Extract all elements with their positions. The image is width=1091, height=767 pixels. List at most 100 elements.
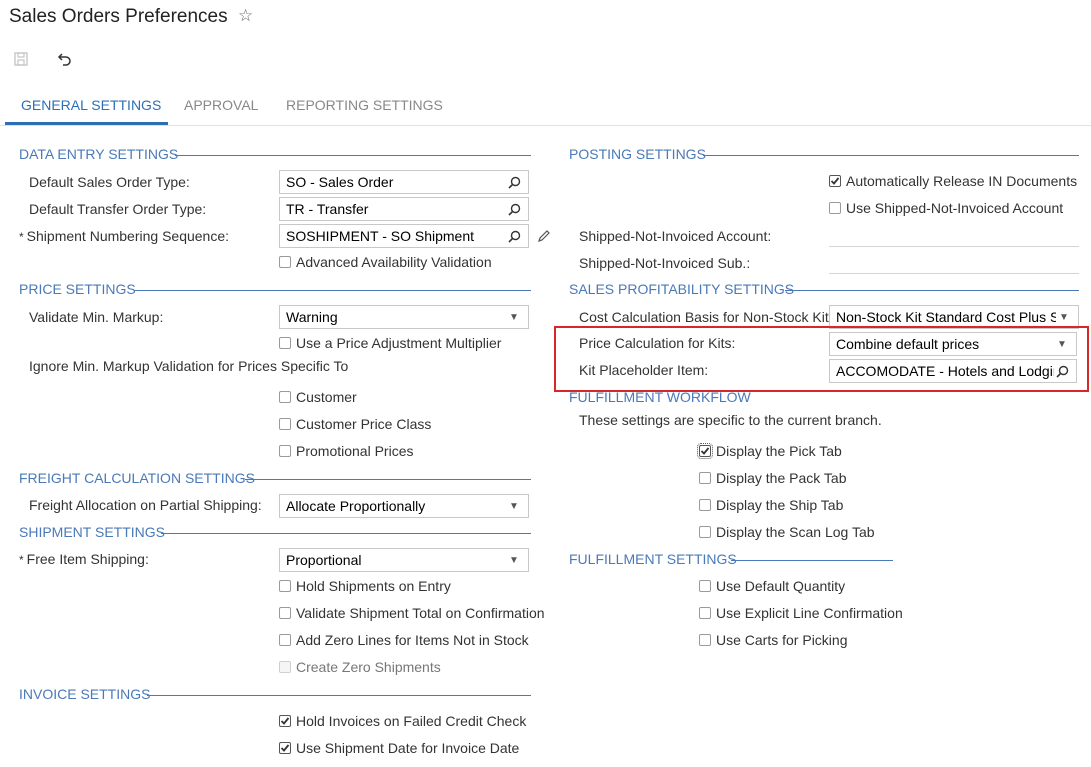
checkbox-box[interactable] [279, 418, 291, 430]
tab-approval[interactable]: APPROVAL [184, 97, 258, 113]
validate-min-markup-label: Validate Min. Markup: [29, 309, 164, 325]
section-profitability-header: SALES PROFITABILITY SETTINGS [569, 281, 795, 297]
caret-down-icon[interactable]: ▼ [506, 555, 522, 566]
price-calc-kits-select[interactable]: Combine default prices ▼ [829, 332, 1077, 356]
freight-allocation-select[interactable]: Allocate Proportionally ▼ [279, 494, 529, 518]
checkbox-box[interactable] [279, 391, 291, 403]
checkbox-box[interactable] [279, 715, 291, 727]
shipment-numbering-value: SOSHIPMENT - SO Shipment [286, 228, 475, 244]
price-adjustment-multiplier-checkbox[interactable]: Use a Price Adjustment Multiplier [279, 333, 501, 353]
display-pick-tab-checkbox[interactable]: Display the Pick Tab [697, 441, 842, 461]
checkbox-box[interactable] [699, 526, 711, 538]
default-sales-order-type-label: Default Sales Order Type: [29, 174, 190, 190]
checkbox-box[interactable] [829, 202, 841, 214]
hold-invoices-label: Hold Invoices on Failed Credit Check [296, 713, 527, 729]
shipment-numbering-label: * Shipment Numbering Sequence: [19, 226, 229, 246]
default-transfer-order-type-field[interactable]: TR - Transfer [279, 197, 529, 221]
use-carts-for-picking-label: Use Carts for Picking [716, 632, 848, 648]
auto-release-in-checkbox[interactable]: Automatically Release IN Documents [829, 171, 1077, 191]
use-sni-account-checkbox[interactable]: Use Shipped-Not-Invoiced Account [829, 198, 1063, 218]
ignore-customer-price-class-checkbox[interactable]: Customer Price Class [279, 414, 431, 434]
caret-down-icon[interactable]: ▼ [1056, 312, 1072, 323]
validate-shipment-total-checkbox[interactable]: Validate Shipment Total on Confirmation [279, 603, 545, 623]
section-invoice-header: INVOICE SETTINGS [19, 686, 151, 702]
cost-basis-label: Cost Calculation Basis for Non-Stock Kit… [579, 309, 840, 325]
caret-down-icon[interactable]: ▼ [1054, 339, 1070, 350]
sni-sub-field [829, 273, 1079, 274]
star-icon[interactable]: ☆ [238, 6, 253, 26]
use-explicit-line-confirmation-label: Use Explicit Line Confirmation [716, 605, 903, 621]
checkbox-box[interactable] [699, 472, 711, 484]
sni-account-field [829, 246, 1079, 247]
hold-shipments-checkbox[interactable]: Hold Shipments on Entry [279, 576, 451, 596]
search-icon[interactable] [506, 230, 522, 243]
price-adjustment-multiplier-label: Use a Price Adjustment Multiplier [296, 335, 502, 351]
default-transfer-order-type-value: TR - Transfer [286, 201, 369, 217]
checkbox-box[interactable] [279, 634, 291, 646]
use-shipment-date-checkbox[interactable]: Use Shipment Date for Invoice Date [279, 738, 519, 758]
display-pack-tab-checkbox[interactable]: Display the Pack Tab [699, 468, 846, 488]
hold-invoices-checkbox[interactable]: Hold Invoices on Failed Credit Check [279, 711, 526, 731]
section-divider [134, 290, 531, 291]
display-scan-log-tab-label: Display the Scan Log Tab [716, 524, 875, 540]
page-title: Sales Orders Preferences [9, 6, 228, 27]
save-button[interactable] [9, 48, 33, 70]
display-pick-tab-label: Display the Pick Tab [716, 443, 842, 459]
ignore-promotional-prices-checkbox[interactable]: Promotional Prices [279, 441, 414, 461]
display-ship-tab-label: Display the Ship Tab [716, 497, 844, 513]
use-explicit-line-confirmation-checkbox[interactable]: Use Explicit Line Confirmation [699, 603, 903, 623]
checkbox-box[interactable] [279, 445, 291, 457]
free-item-shipping-value: Proportional [286, 552, 362, 568]
checkbox-box[interactable] [279, 607, 291, 619]
validate-shipment-total-label: Validate Shipment Total on Confirmation [296, 605, 545, 621]
kit-placeholder-field[interactable]: ACCOMODATE - Hotels and Lodging [829, 359, 1077, 383]
use-default-quantity-checkbox[interactable]: Use Default Quantity [699, 576, 845, 596]
section-posting-header: POSTING SETTINGS [569, 146, 706, 162]
checkbox-box[interactable] [699, 499, 711, 511]
checkbox-box[interactable] [697, 443, 713, 459]
advanced-availability-checkbox[interactable]: Advanced Availability Validation [279, 252, 492, 272]
create-zero-shipments-label: Create Zero Shipments [296, 659, 441, 675]
validate-min-markup-select[interactable]: Warning ▼ [279, 305, 529, 329]
search-icon[interactable] [506, 176, 522, 189]
checkbox-box[interactable] [279, 580, 291, 592]
checkmark-icon [280, 717, 290, 725]
ignore-customer-checkbox[interactable]: Customer [279, 387, 357, 407]
required-asterisk: * [19, 553, 24, 567]
section-divider [731, 560, 893, 561]
display-ship-tab-checkbox[interactable]: Display the Ship Tab [699, 495, 843, 515]
sni-account-label: Shipped-Not-Invoiced Account: [579, 228, 772, 244]
default-sales-order-type-field[interactable]: SO - Sales Order [279, 170, 529, 194]
ignore-promotional-prices-label: Promotional Prices [296, 443, 414, 459]
checkbox-box[interactable] [699, 580, 711, 592]
use-carts-for-picking-checkbox[interactable]: Use Carts for Picking [699, 630, 847, 650]
edit-pencil-icon[interactable] [536, 228, 552, 244]
caret-down-icon[interactable]: ▼ [506, 501, 522, 512]
shipment-numbering-label-text: Shipment Numbering Sequence: [26, 228, 230, 244]
caret-down-icon[interactable]: ▼ [506, 312, 522, 323]
shipment-numbering-field[interactable]: SOSHIPMENT - SO Shipment [279, 224, 529, 248]
checkbox-box[interactable] [829, 175, 841, 187]
display-pack-tab-label: Display the Pack Tab [716, 470, 847, 486]
add-zero-lines-label: Add Zero Lines for Items Not in Stock [296, 632, 529, 648]
section-divider [785, 290, 1079, 291]
create-zero-shipments-checkbox: Create Zero Shipments [279, 657, 441, 677]
checkbox-box[interactable] [279, 742, 291, 754]
section-divider [245, 479, 531, 480]
checkbox-box[interactable] [699, 634, 711, 646]
checkbox-box[interactable] [699, 607, 711, 619]
tab-reporting-settings[interactable]: REPORTING SETTINGS [286, 97, 443, 113]
search-icon[interactable] [506, 203, 522, 216]
price-calc-kits-label: Price Calculation for Kits: [579, 335, 736, 351]
search-icon[interactable] [1054, 365, 1070, 378]
checkbox-box[interactable] [279, 337, 291, 349]
checkbox-box[interactable] [279, 256, 291, 268]
cost-basis-value: Non-Stock Kit Standard Cost Plus Stoc [836, 309, 1056, 325]
undo-button[interactable] [53, 48, 77, 70]
section-fulfillment-header: FULFILLMENT SETTINGS [569, 551, 737, 567]
display-scan-log-tab-checkbox[interactable]: Display the Scan Log Tab [699, 522, 875, 542]
tab-general-settings[interactable]: GENERAL SETTINGS [21, 97, 161, 113]
add-zero-lines-checkbox[interactable]: Add Zero Lines for Items Not in Stock [279, 630, 529, 650]
free-item-shipping-select[interactable]: Proportional ▼ [279, 548, 529, 572]
advanced-availability-label: Advanced Availability Validation [296, 254, 492, 270]
